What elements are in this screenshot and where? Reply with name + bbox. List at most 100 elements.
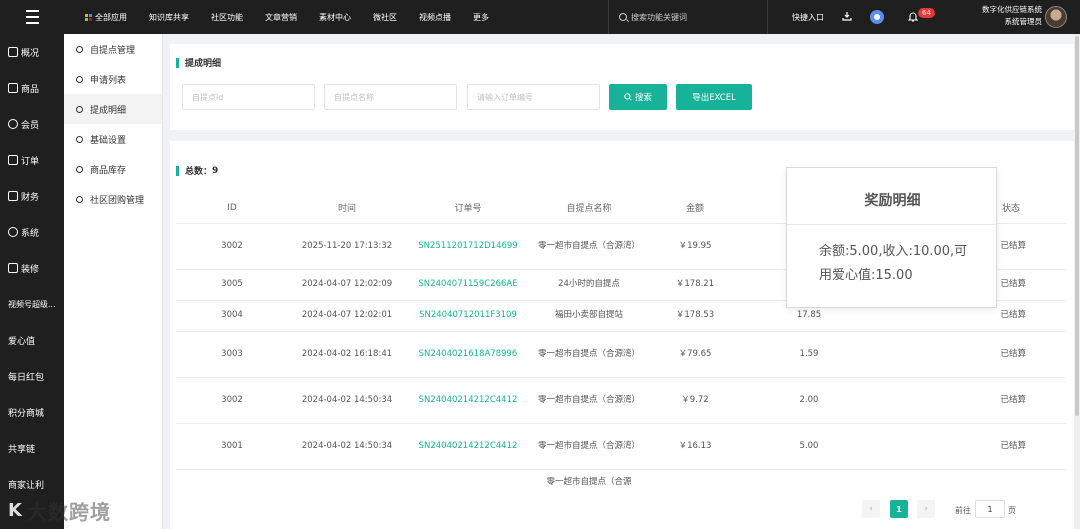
cell-amount: ￥79.65 <box>648 330 742 377</box>
cell-amount: ￥16.13 <box>648 422 742 469</box>
sidebar-item-daily-redpack[interactable]: 每日红包 <box>0 358 64 394</box>
submenu-product-stock[interactable]: 商品库存 <box>64 154 162 184</box>
sidebar-item-label: 概况 <box>21 48 40 59</box>
column-header-id: ID <box>227 202 237 213</box>
page-title: 提成明细 <box>176 56 221 69</box>
top-bar: 全部应用 知识库共享 社区功能 文章营销 素材中心 微社区 视频点播 更多 搜索… <box>0 0 1080 34</box>
table-row[interactable]: 3003 2024-04-02 16:18:41 SN2404021618A78… <box>176 330 1066 377</box>
sidebar-item-label: 商家让利 <box>8 480 45 491</box>
nav-more[interactable]: 更多 <box>462 12 500 23</box>
hamburger-icon <box>25 8 39 26</box>
popover-divider <box>787 224 998 225</box>
scrollbar-thumb[interactable] <box>1075 36 1079 416</box>
sidebar-item-system[interactable]: 系统 <box>0 214 64 250</box>
cell-id: 3005 <box>176 268 288 300</box>
sidebar-item-share-chain[interactable]: 共享链 <box>0 430 64 466</box>
function-search-input[interactable]: 搜索功能关键词 <box>608 0 768 34</box>
goto-page-input[interactable]: 1 <box>975 500 1005 518</box>
page-scrollbar[interactable] <box>1074 34 1080 529</box>
nav-knowledge-share[interactable]: 知识库共享 <box>138 12 200 23</box>
sidebar-item-finance[interactable]: 财务 <box>0 178 64 214</box>
nav-material-center[interactable]: 素材中心 <box>308 12 362 23</box>
cell-pickup-name: 福田小卖部自提站 <box>530 299 648 331</box>
nav-all-apps[interactable]: 全部应用 <box>74 12 138 23</box>
download-icon[interactable] <box>842 11 852 21</box>
cell-reward[interactable]: 2.00 <box>742 376 876 423</box>
table-row[interactable]: 3001 2024-04-02 14:50:34 SN24040214212C4… <box>176 422 1066 469</box>
bell-icon[interactable] <box>908 11 918 22</box>
submenu-group-buy[interactable]: 社区团购管理 <box>64 184 162 214</box>
watermark: K 大数跨境 <box>8 496 111 525</box>
sidebar-item-label: 积分商城 <box>8 408 45 419</box>
cell-reward[interactable]: 1.59 <box>742 330 876 377</box>
submenu-basic-settings[interactable]: 基础设置 <box>64 124 162 154</box>
title-accent <box>176 165 179 176</box>
sidebar-item-label: 系统 <box>21 228 40 239</box>
submenu-label: 自提点管理 <box>90 45 136 56</box>
cell-pickup-name: 零一超市自提点（合源湾） <box>530 330 648 377</box>
sidebar-item-members[interactable]: 会员 <box>0 106 64 142</box>
avatar[interactable] <box>1045 6 1067 28</box>
submenu-commission-detail[interactable]: 提成明细 <box>64 94 162 124</box>
search-button[interactable]: 搜索 <box>609 84 667 110</box>
cell-order-link[interactable]: SN2511201712D14699 <box>406 222 530 269</box>
eye-icon[interactable] <box>870 10 884 24</box>
cell-order-link[interactable]: SN2404071159C266AE <box>406 268 530 300</box>
cell-amount: ￥9.72 <box>648 376 742 423</box>
cell-time: 2024-04-02 14:50:34 <box>288 422 406 469</box>
nav-article-marketing[interactable]: 文章营销 <box>254 12 308 23</box>
column-header-order: 订单号 <box>454 204 482 215</box>
sidebar-item-label: 订单 <box>21 156 40 167</box>
cell-time: 2024-04-02 14:50:34 <box>288 376 406 423</box>
cell-amount: ￥178.21 <box>648 268 742 300</box>
current-page-button[interactable]: 1 <box>890 500 908 518</box>
table-row[interactable]: 3002 2024-04-02 14:50:34 SN24040214212C4… <box>176 376 1066 423</box>
popover-body: 余额:5.00,收入:10.00,可用爱心值:15.00 <box>819 244 968 283</box>
table-row[interactable]: 零一超市自提点（合源 <box>176 468 1066 489</box>
nav-micro-community[interactable]: 微社区 <box>362 12 408 23</box>
circle-icon <box>76 135 83 143</box>
cell-id: 3001 <box>176 422 288 469</box>
submenu-pickup-management[interactable]: 自提点管理 <box>64 34 162 64</box>
sidebar-item-decoration[interactable]: 装修 <box>0 250 64 286</box>
cell-order-link[interactable]: SN24040214212C4412 <box>406 422 530 469</box>
sidebar-item-label: 会员 <box>21 120 40 131</box>
export-excel-button[interactable]: 导出EXCEL <box>676 84 752 110</box>
sidebar-item-overview[interactable]: 概况 <box>0 34 64 70</box>
sidebar-item-love-value[interactable]: 爱心值 <box>0 322 64 358</box>
order-no-input[interactable]: 请输入订单编号 <box>467 84 600 110</box>
sidebar-item-products[interactable]: 商品 <box>0 70 64 106</box>
quick-entry-link[interactable]: 快捷入口 <box>792 12 824 23</box>
title-accent <box>176 57 179 68</box>
cell-order-link[interactable]: SN24040214212C4412 <box>406 376 530 423</box>
filter-card: 提成明细 自提点id 自提点名称 请输入订单编号 搜索 导出EXCEL <box>170 44 1074 130</box>
gear-icon <box>8 227 18 237</box>
submenu-label: 社区团购管理 <box>90 195 145 206</box>
submenu-application-list[interactable]: 申请列表 <box>64 64 162 94</box>
cell-order-link[interactable]: SN24040712011F3109 <box>406 299 530 331</box>
sidebar-item-points-mall[interactable]: 积分商城 <box>0 394 64 430</box>
cell-order-link[interactable]: SN2404021618A78996 <box>406 330 530 377</box>
menu-toggle-button[interactable] <box>0 0 64 34</box>
sidebar-item-video-super[interactable]: 视频号超级... <box>0 286 64 322</box>
sidebar-item-label: 爱心值 <box>8 336 36 347</box>
cell-pickup-name: 零一超市自提点（合源湾） <box>530 222 648 269</box>
dashboard-icon <box>8 47 18 57</box>
pickup-id-input[interactable]: 自提点id <box>182 84 315 110</box>
pickup-name-input[interactable]: 自提点名称 <box>324 84 457 110</box>
prev-page-button[interactable]: ‹ <box>862 500 880 518</box>
column-header-pickup-name: 自提点名称 <box>566 204 612 215</box>
cell-reward[interactable] <box>742 468 876 489</box>
user-info[interactable]: 数字化供应链系统 系统管理员 <box>962 4 1042 28</box>
nav-community[interactable]: 社区功能 <box>200 12 254 23</box>
column-header-time: 时间 <box>337 204 356 215</box>
nav-video-on-demand[interactable]: 视频点播 <box>408 12 462 23</box>
notification-badge: 64 <box>918 8 935 18</box>
sidebar-item-orders[interactable]: 订单 <box>0 142 64 178</box>
cell-order-link[interactable] <box>406 468 530 489</box>
nav-label: 全部应用 <box>95 12 127 22</box>
cell-reward[interactable]: 5.00 <box>742 422 876 469</box>
next-page-button[interactable]: › <box>917 500 935 518</box>
circle-icon <box>76 105 83 113</box>
cell-time: 2024-04-07 12:02:09 <box>288 268 406 300</box>
